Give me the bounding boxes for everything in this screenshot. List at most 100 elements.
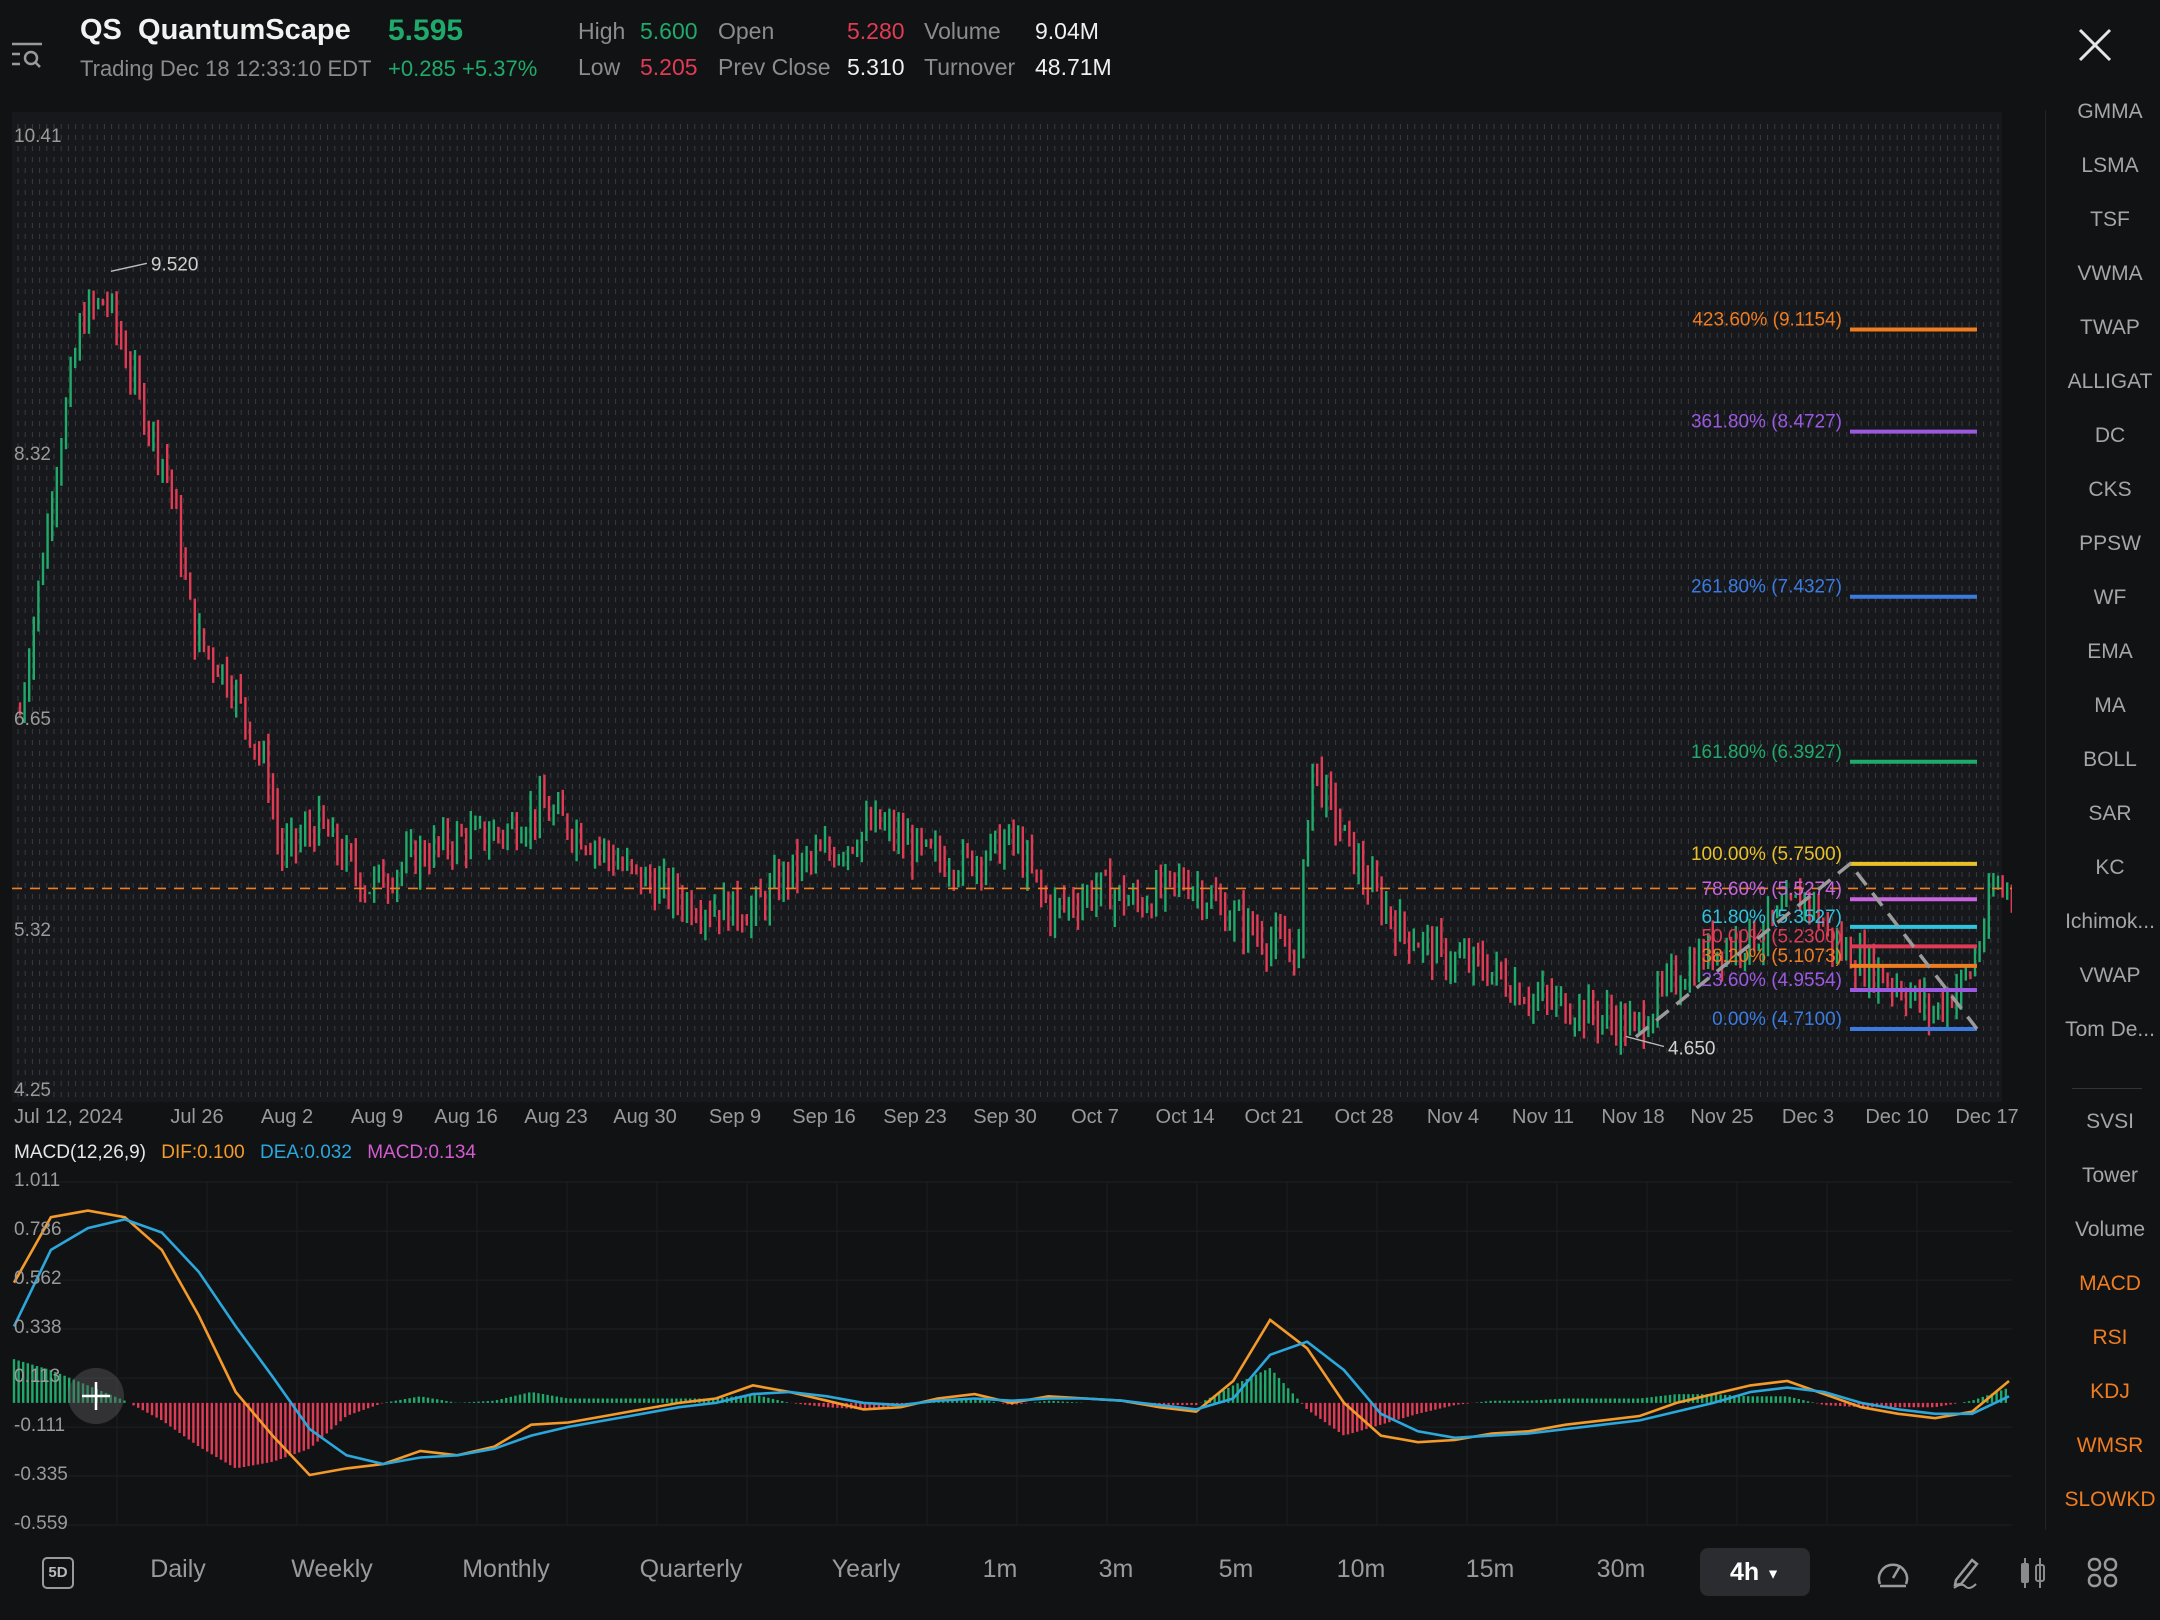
date-tick: Nov 18	[1601, 1106, 1665, 1128]
ticker-symbol: QS	[80, 14, 122, 46]
indicator-item[interactable]: LSMA	[2052, 154, 2160, 178]
period-tab[interactable]: Yearly	[832, 1555, 901, 1584]
svg-text:4.650: 4.650	[1668, 1038, 1716, 1059]
company-name: QuantumScape	[138, 14, 351, 46]
macd-axis-tick: -0.559	[14, 1513, 68, 1534]
date-tick: Oct 28	[1334, 1106, 1394, 1128]
indicator-item[interactable]: WF	[2052, 586, 2160, 610]
date-tick: Aug 16	[434, 1106, 498, 1128]
macd-chart[interactable]	[12, 1170, 2012, 1530]
macd-legend-title: MACD(12,26,9)	[14, 1142, 146, 1163]
indicator-item[interactable]: TWAP	[2052, 316, 2160, 340]
date-tick: Dec 3	[1781, 1106, 1835, 1128]
indicator-sub-item[interactable]: MACD	[2052, 1272, 2160, 1296]
pencil-draw-icon[interactable]	[1946, 1554, 1984, 1592]
svg-text:9.520: 9.520	[151, 254, 199, 275]
trading-status: Trading Dec 18 12:33:10 EDT	[80, 56, 372, 81]
period-4h-dropdown[interactable]: 4h ▼	[1700, 1548, 1810, 1596]
period-tab[interactable]: 5m	[1219, 1555, 1254, 1584]
date-tick: Dec 17	[1955, 1106, 2019, 1128]
date-tick: Aug 9	[350, 1106, 404, 1128]
price-chart[interactable]: 9.520 4.650 423.60% (9.1154) 361.80% (8.472…	[12, 112, 2012, 1102]
period-tab[interactable]: 3m	[1099, 1555, 1134, 1584]
active-period-label: 4h	[1730, 1558, 1760, 1586]
candlestick-icon[interactable]	[2014, 1554, 2052, 1592]
period-tab[interactable]: Quarterly	[640, 1555, 743, 1584]
period-tab[interactable]: 10m	[1337, 1555, 1386, 1584]
five-day-button[interactable]: 5D	[42, 1557, 74, 1589]
indicator-item[interactable]: Ichimok...	[2052, 910, 2160, 934]
indicator-sub-item[interactable]: KDJ	[2052, 1380, 2160, 1404]
indicator-sub-item[interactable]: Tower	[2052, 1164, 2160, 1188]
prev-close-label: Prev Close	[718, 54, 831, 80]
crosshair-button[interactable]	[68, 1368, 124, 1424]
date-tick: Oct 14	[1155, 1106, 1215, 1128]
menu-search-icon[interactable]	[10, 40, 46, 70]
period-tab[interactable]: Monthly	[462, 1555, 550, 1584]
fib-level-label: 61.80% (5.3527)	[1702, 907, 1843, 928]
date-tick: Oct 21	[1244, 1106, 1304, 1128]
close-icon[interactable]	[2076, 26, 2114, 64]
high-value: 5.600	[640, 18, 698, 44]
period-tab[interactable]: 1m	[983, 1555, 1018, 1584]
indicator-item[interactable]: KC	[2052, 856, 2160, 880]
speedometer-icon[interactable]	[1874, 1554, 1912, 1592]
date-tick: Oct 7	[1071, 1106, 1119, 1128]
indicator-item[interactable]: CKS	[2052, 478, 2160, 502]
crosshair-icon	[82, 1382, 110, 1410]
indicator-item[interactable]: VWMA	[2052, 262, 2160, 286]
indicator-item[interactable]: BOLL	[2052, 748, 2160, 772]
change-percent: +5.37%	[462, 56, 538, 81]
date-tick: Sep 23	[883, 1106, 947, 1128]
price-axis-tick: 4.25	[14, 1080, 51, 1101]
indicator-sub-item[interactable]: SVSI	[2052, 1110, 2160, 1134]
date-tick: Dec 10	[1865, 1106, 1929, 1128]
date-tick: Jul 26	[170, 1106, 224, 1128]
price-axis-tick: 6.65	[14, 708, 51, 730]
last-price: 5.595	[388, 14, 464, 47]
date-tick: Nov 4	[1426, 1106, 1480, 1128]
macd-legend-macd: MACD:0.134	[367, 1142, 476, 1163]
indicator-item[interactable]: Tom De...	[2052, 1018, 2160, 1042]
indicator-item[interactable]: GMMA	[2052, 100, 2160, 124]
volume-value: 9.04M	[1035, 18, 1099, 44]
volume-label: Volume	[924, 18, 1001, 44]
macd-axis-tick: 1.011	[14, 1170, 61, 1191]
indicator-sub-item[interactable]: SLOWKD	[2052, 1488, 2160, 1512]
macd-axis-tick: 0.338	[14, 1317, 62, 1339]
change-value: +0.285	[388, 56, 456, 81]
turnover-label: Turnover	[924, 54, 1016, 80]
date-tick: Nov 25	[1690, 1106, 1754, 1128]
indicator-item[interactable]: ALLIGAT	[2052, 370, 2160, 394]
macd-legend-dea: DEA:0.032	[260, 1142, 352, 1163]
date-tick: Sep 30	[973, 1106, 1037, 1128]
fib-level-label: 423.60% (9.1154)	[1692, 310, 1842, 331]
indicator-item[interactable]: PPSW	[2052, 532, 2160, 556]
indicator-item[interactable]: SAR	[2052, 802, 2160, 826]
indicator-sub-item[interactable]: Volume	[2052, 1218, 2160, 1242]
quote-header: QS QuantumScape 5.595 Trading Dec 18 12:…	[0, 0, 2160, 110]
macd-axis-tick: 0.113	[14, 1366, 61, 1388]
indicator-sub-item[interactable]: WMSR	[2052, 1434, 2160, 1458]
open-label: Open	[718, 18, 775, 44]
low-value: 5.205	[640, 54, 698, 80]
period-tab[interactable]: Weekly	[291, 1555, 373, 1584]
fib-level-label: 361.80% (8.4727)	[1691, 412, 1842, 433]
period-tab[interactable]: Daily	[150, 1555, 206, 1584]
period-tab[interactable]: 15m	[1466, 1555, 1515, 1584]
indicator-item[interactable]: TSF	[2052, 208, 2160, 232]
indicator-item[interactable]: VWAP	[2052, 964, 2160, 988]
fib-level-label: 38.20% (5.1073)	[1702, 946, 1843, 967]
date-tick: Sep 16	[792, 1106, 856, 1128]
price-axis-tick: 5.32	[14, 920, 51, 942]
indicator-sub-item[interactable]: RSI	[2052, 1326, 2160, 1350]
side-divider	[2045, 110, 2046, 1530]
low-label: Low	[578, 54, 621, 80]
indicator-item[interactable]: EMA	[2052, 640, 2160, 664]
period-tab[interactable]: 30m	[1597, 1555, 1646, 1584]
indicator-item[interactable]: MA	[2052, 694, 2160, 718]
price-axis-tick: 8.32	[14, 443, 51, 465]
turnover-value: 48.71M	[1035, 54, 1112, 80]
grid-menu-icon[interactable]	[2084, 1554, 2122, 1592]
indicator-item[interactable]: DC	[2052, 424, 2160, 448]
